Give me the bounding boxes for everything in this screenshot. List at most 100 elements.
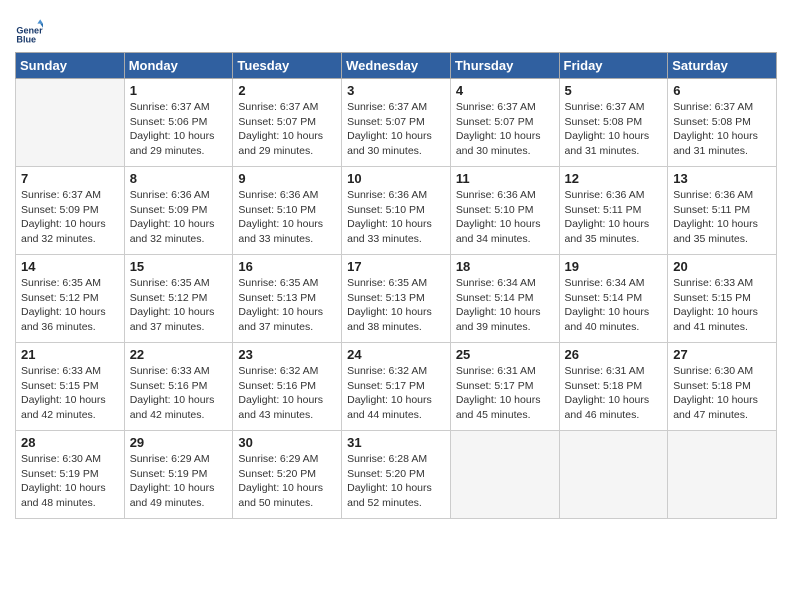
day-info: Sunrise: 6:36 AM Sunset: 5:10 PM Dayligh… [347, 188, 445, 247]
day-info: Sunrise: 6:37 AM Sunset: 5:06 PM Dayligh… [130, 100, 228, 159]
calendar-cell: 4 Sunrise: 6:37 AM Sunset: 5:07 PM Daylig… [450, 79, 559, 167]
day-number: 5 [565, 83, 663, 98]
calendar-cell: 17 Sunrise: 6:35 AM Sunset: 5:13 PM Dayli… [342, 255, 451, 343]
header-day-tuesday: Tuesday [233, 53, 342, 79]
calendar-cell [559, 431, 668, 519]
day-info: Sunrise: 6:29 AM Sunset: 5:20 PM Dayligh… [238, 452, 336, 511]
day-number: 30 [238, 435, 336, 450]
day-info: Sunrise: 6:29 AM Sunset: 5:19 PM Dayligh… [130, 452, 228, 511]
day-info: Sunrise: 6:35 AM Sunset: 5:13 PM Dayligh… [347, 276, 445, 335]
day-info: Sunrise: 6:31 AM Sunset: 5:17 PM Dayligh… [456, 364, 554, 423]
calendar-cell [450, 431, 559, 519]
day-number: 6 [673, 83, 771, 98]
day-info: Sunrise: 6:30 AM Sunset: 5:18 PM Dayligh… [673, 364, 771, 423]
day-info: Sunrise: 6:36 AM Sunset: 5:11 PM Dayligh… [673, 188, 771, 247]
day-info: Sunrise: 6:33 AM Sunset: 5:15 PM Dayligh… [21, 364, 119, 423]
calendar-week-3: 14 Sunrise: 6:35 AM Sunset: 5:12 PM Dayli… [16, 255, 777, 343]
calendar-cell: 10Sunrise: 6:36 AM Sunset: 5:10 PM Dayli… [342, 167, 451, 255]
day-info: Sunrise: 6:37 AM Sunset: 5:09 PM Dayligh… [21, 188, 119, 247]
day-number: 22 [130, 347, 228, 362]
day-info: Sunrise: 6:36 AM Sunset: 5:09 PM Dayligh… [130, 188, 228, 247]
calendar-cell: 20 Sunrise: 6:33 AM Sunset: 5:15 PM Dayli… [668, 255, 777, 343]
day-info: Sunrise: 6:35 AM Sunset: 5:13 PM Dayligh… [238, 276, 336, 335]
header-day-friday: Friday [559, 53, 668, 79]
day-info: Sunrise: 6:32 AM Sunset: 5:17 PM Dayligh… [347, 364, 445, 423]
day-number: 8 [130, 171, 228, 186]
day-number: 2 [238, 83, 336, 98]
header-day-sunday: Sunday [16, 53, 125, 79]
day-info: Sunrise: 6:35 AM Sunset: 5:12 PM Dayligh… [21, 276, 119, 335]
calendar-table: SundayMondayTuesdayWednesdayThursdayFrid… [15, 52, 777, 519]
day-number: 17 [347, 259, 445, 274]
calendar-cell: 25Sunrise: 6:31 AM Sunset: 5:17 PM Dayli… [450, 343, 559, 431]
header-day-wednesday: Wednesday [342, 53, 451, 79]
calendar-cell: 29 Sunrise: 6:29 AM Sunset: 5:19 PM Dayli… [124, 431, 233, 519]
calendar-cell: 23 Sunrise: 6:32 AM Sunset: 5:16 PM Dayli… [233, 343, 342, 431]
day-info: Sunrise: 6:36 AM Sunset: 5:11 PM Dayligh… [565, 188, 663, 247]
day-info: Sunrise: 6:37 AM Sunset: 5:08 PM Dayligh… [673, 100, 771, 159]
day-number: 11 [456, 171, 554, 186]
calendar-cell: 11 Sunrise: 6:36 AM Sunset: 5:10 PM Dayli… [450, 167, 559, 255]
day-number: 9 [238, 171, 336, 186]
day-info: Sunrise: 6:33 AM Sunset: 5:16 PM Dayligh… [130, 364, 228, 423]
logo: General Blue [15, 18, 46, 46]
calendar-cell: 12Sunrise: 6:36 AM Sunset: 5:11 PM Dayli… [559, 167, 668, 255]
calendar-week-2: 7 Sunrise: 6:37 AM Sunset: 5:09 PM Daylig… [16, 167, 777, 255]
calendar-cell: 26 Sunrise: 6:31 AM Sunset: 5:18 PM Dayli… [559, 343, 668, 431]
calendar-cell: 30 Sunrise: 6:29 AM Sunset: 5:20 PM Dayli… [233, 431, 342, 519]
day-number: 29 [130, 435, 228, 450]
day-info: Sunrise: 6:36 AM Sunset: 5:10 PM Dayligh… [456, 188, 554, 247]
calendar-cell [16, 79, 125, 167]
calendar-cell: 14 Sunrise: 6:35 AM Sunset: 5:12 PM Dayli… [16, 255, 125, 343]
day-number: 7 [21, 171, 119, 186]
day-number: 21 [21, 347, 119, 362]
calendar-cell: 22 Sunrise: 6:33 AM Sunset: 5:16 PM Dayli… [124, 343, 233, 431]
calendar-week-5: 28 Sunrise: 6:30 AM Sunset: 5:19 PM Dayli… [16, 431, 777, 519]
calendar-cell: 13Sunrise: 6:36 AM Sunset: 5:11 PM Dayli… [668, 167, 777, 255]
header: General Blue [15, 10, 777, 46]
calendar-cell: 1 Sunrise: 6:37 AM Sunset: 5:06 PM Daylig… [124, 79, 233, 167]
day-info: Sunrise: 6:37 AM Sunset: 5:07 PM Dayligh… [238, 100, 336, 159]
day-number: 14 [21, 259, 119, 274]
calendar-cell: 28 Sunrise: 6:30 AM Sunset: 5:19 PM Dayli… [16, 431, 125, 519]
day-number: 18 [456, 259, 554, 274]
calendar-cell: 21 Sunrise: 6:33 AM Sunset: 5:15 PM Dayli… [16, 343, 125, 431]
day-info: Sunrise: 6:28 AM Sunset: 5:20 PM Dayligh… [347, 452, 445, 511]
day-info: Sunrise: 6:32 AM Sunset: 5:16 PM Dayligh… [238, 364, 336, 423]
calendar-cell: 5 Sunrise: 6:37 AM Sunset: 5:08 PM Daylig… [559, 79, 668, 167]
logo-icon: General Blue [15, 18, 43, 46]
calendar-cell: 6 Sunrise: 6:37 AM Sunset: 5:08 PM Daylig… [668, 79, 777, 167]
day-number: 19 [565, 259, 663, 274]
calendar-cell: 8 Sunrise: 6:36 AM Sunset: 5:09 PM Daylig… [124, 167, 233, 255]
day-info: Sunrise: 6:34 AM Sunset: 5:14 PM Dayligh… [456, 276, 554, 335]
day-info: Sunrise: 6:37 AM Sunset: 5:07 PM Dayligh… [347, 100, 445, 159]
header-day-monday: Monday [124, 53, 233, 79]
calendar-cell: 9 Sunrise: 6:36 AM Sunset: 5:10 PM Daylig… [233, 167, 342, 255]
day-number: 20 [673, 259, 771, 274]
day-info: Sunrise: 6:31 AM Sunset: 5:18 PM Dayligh… [565, 364, 663, 423]
calendar-cell: 31 Sunrise: 6:28 AM Sunset: 5:20 PM Dayli… [342, 431, 451, 519]
day-number: 4 [456, 83, 554, 98]
header-day-saturday: Saturday [668, 53, 777, 79]
calendar-cell: 15Sunrise: 6:35 AM Sunset: 5:12 PM Dayli… [124, 255, 233, 343]
day-info: Sunrise: 6:37 AM Sunset: 5:08 PM Dayligh… [565, 100, 663, 159]
day-number: 26 [565, 347, 663, 362]
day-info: Sunrise: 6:30 AM Sunset: 5:19 PM Dayligh… [21, 452, 119, 511]
day-number: 24 [347, 347, 445, 362]
day-info: Sunrise: 6:37 AM Sunset: 5:07 PM Dayligh… [456, 100, 554, 159]
calendar-cell: 2 Sunrise: 6:37 AM Sunset: 5:07 PM Daylig… [233, 79, 342, 167]
day-info: Sunrise: 6:36 AM Sunset: 5:10 PM Dayligh… [238, 188, 336, 247]
calendar-header-row: SundayMondayTuesdayWednesdayThursdayFrid… [16, 53, 777, 79]
day-number: 15 [130, 259, 228, 274]
day-number: 23 [238, 347, 336, 362]
day-number: 31 [347, 435, 445, 450]
day-number: 28 [21, 435, 119, 450]
calendar-cell: 19Sunrise: 6:34 AM Sunset: 5:14 PM Dayli… [559, 255, 668, 343]
day-number: 1 [130, 83, 228, 98]
day-info: Sunrise: 6:33 AM Sunset: 5:15 PM Dayligh… [673, 276, 771, 335]
calendar-cell: 18 Sunrise: 6:34 AM Sunset: 5:14 PM Dayli… [450, 255, 559, 343]
calendar-cell: 3Sunrise: 6:37 AM Sunset: 5:07 PM Daylig… [342, 79, 451, 167]
calendar-week-4: 21 Sunrise: 6:33 AM Sunset: 5:15 PM Dayli… [16, 343, 777, 431]
svg-text:Blue: Blue [16, 35, 36, 45]
header-day-thursday: Thursday [450, 53, 559, 79]
